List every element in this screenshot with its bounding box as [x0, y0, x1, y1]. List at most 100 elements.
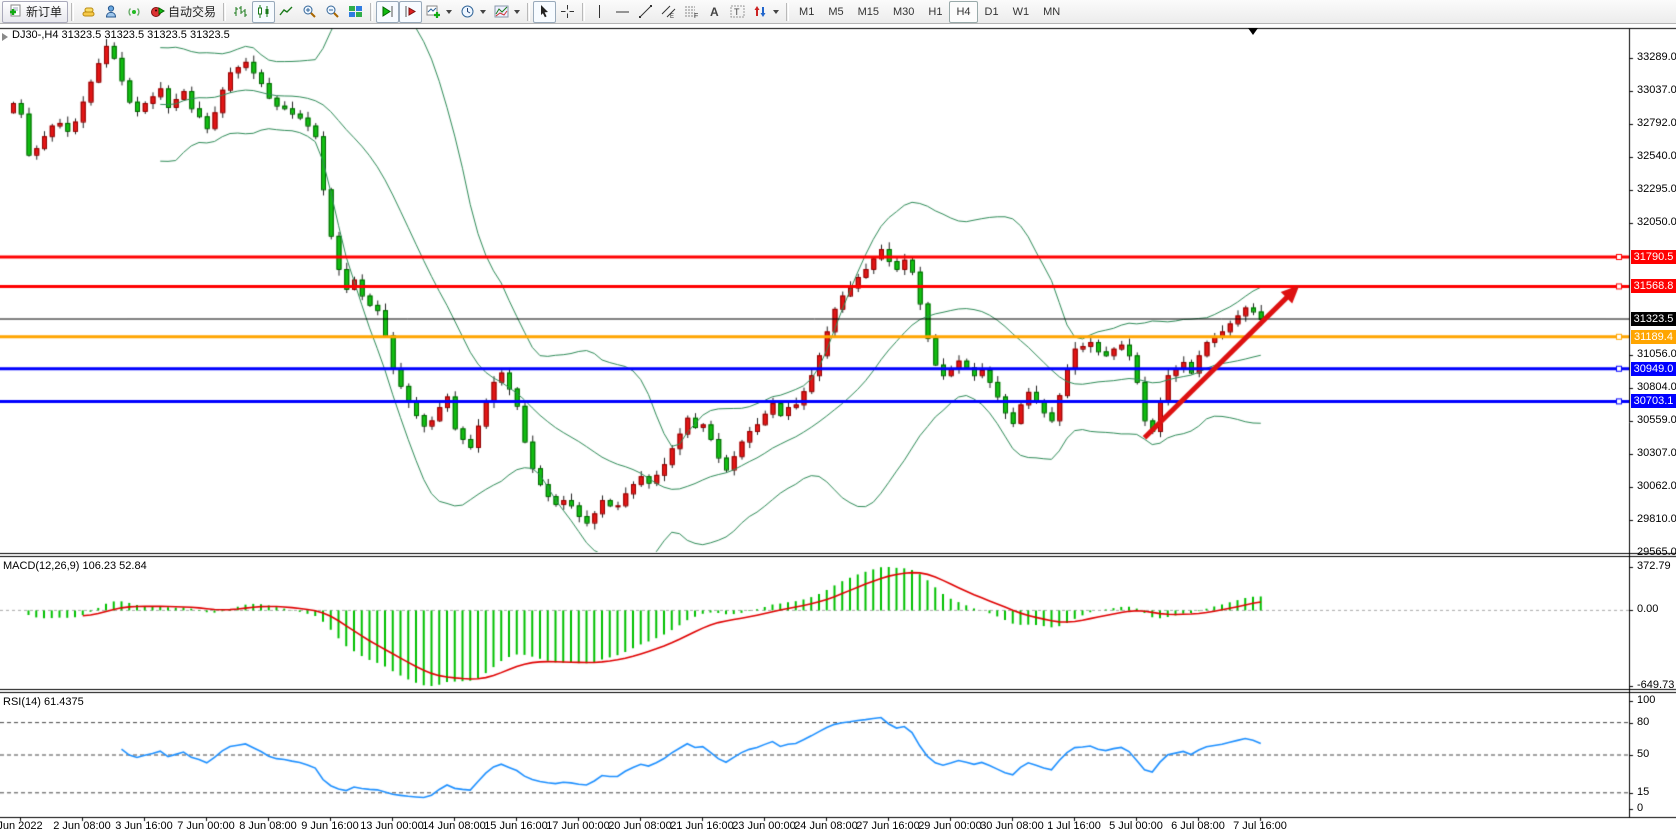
- time-label: 9 Jun 16:00: [301, 820, 359, 832]
- auto-scroll-button[interactable]: [376, 0, 400, 23]
- time-label: 17 Jun 00:00: [546, 820, 610, 832]
- price-tick-label: 33289.0: [1637, 51, 1676, 63]
- chart-shift-button[interactable]: [399, 0, 423, 23]
- navigator-button[interactable]: [100, 1, 123, 23]
- toolbar: 新订单 自动交易 E F A T M1 M5 M15 M30 H1 H4 D1 W1 MN: [0, 0, 1676, 24]
- price-tick-label: 30307.0: [1637, 447, 1676, 459]
- svg-text:A: A: [710, 5, 719, 19]
- time-label: 24 Jun 08:00: [794, 820, 858, 832]
- crosshair-icon: [560, 4, 575, 19]
- timeframe-button-mn[interactable]: MN: [1036, 1, 1067, 23]
- market-watch-icon: [81, 4, 96, 19]
- price-tick-label: 30804.0: [1637, 381, 1676, 393]
- dropdown-caret-icon[interactable]: [514, 9, 521, 14]
- zoom-out-button[interactable]: [321, 1, 344, 23]
- timeframe-button-m1[interactable]: M1: [792, 1, 821, 23]
- crosshair-button[interactable]: [556, 1, 579, 23]
- timeframe-button-m30[interactable]: M30: [886, 1, 921, 23]
- indicators-icon: [494, 4, 509, 19]
- svg-text:T: T: [734, 7, 740, 17]
- dropdown-caret-icon[interactable]: [773, 9, 780, 14]
- rsi-tick-label: 0: [1637, 802, 1644, 814]
- channel-icon: E: [661, 4, 676, 19]
- time-label: 27 Jun 16:00: [856, 820, 920, 832]
- time-label: 5 Jul 00:00: [1109, 820, 1163, 832]
- macd-tick-label: -649.73: [1637, 679, 1675, 692]
- tile-windows-icon: [348, 4, 363, 19]
- price-tick-label: 32792.0: [1637, 117, 1676, 129]
- new-order-button[interactable]: 新订单: [2, 0, 69, 23]
- trendline-icon: [638, 4, 653, 19]
- vertical-line-button[interactable]: [588, 1, 611, 23]
- dropdown-caret-icon[interactable]: [446, 9, 453, 14]
- timeframe-button-d1[interactable]: D1: [978, 1, 1006, 23]
- rsi-tick-label: 15: [1637, 785, 1650, 798]
- autotrading-button-label: 自动交易: [168, 5, 217, 19]
- dropdown-caret-icon[interactable]: [480, 9, 487, 14]
- horizontal-line-button[interactable]: [611, 1, 634, 23]
- chart-title: DJ30-,H4 31323.5 31323.5 31323.5 31323.5: [12, 29, 230, 41]
- tile-windows-button[interactable]: [344, 1, 367, 23]
- line-chart-button[interactable]: [275, 1, 298, 23]
- trendline-button[interactable]: [634, 1, 657, 23]
- new-chart-icon: [426, 4, 441, 19]
- price-line-label: 31323.5: [1631, 312, 1676, 327]
- label-icon: T: [730, 4, 745, 19]
- arrows-button[interactable]: [749, 1, 783, 23]
- rsi-indicator-label: RSI(14) 61.4375: [3, 696, 84, 708]
- price-line-label: 31790.5: [1631, 250, 1676, 264]
- price-chart-canvas[interactable]: [0, 0, 1676, 836]
- toolbar-separator: [786, 2, 790, 21]
- toolbar-separator: [582, 2, 586, 21]
- label-button[interactable]: T: [726, 1, 749, 23]
- time-label: 7 Jun 00:00: [177, 820, 235, 832]
- bar-chart-icon: [233, 4, 248, 19]
- new-order-button-label: 新订单: [26, 5, 63, 19]
- timeframe-button-w1[interactable]: W1: [1006, 1, 1037, 23]
- time-label: 3 Jun 16:00: [115, 820, 173, 832]
- cursor-button[interactable]: [533, 0, 557, 23]
- autotrading-button[interactable]: 自动交易: [146, 1, 220, 23]
- rsi-tick-label: 80: [1637, 715, 1650, 728]
- signals-button[interactable]: [123, 1, 146, 23]
- new-order-icon: [8, 4, 23, 19]
- toolbar-separator: [527, 2, 531, 21]
- candlestick-button[interactable]: [252, 0, 276, 23]
- fibonacci-button[interactable]: F: [680, 1, 703, 23]
- toolbar-separator: [370, 2, 374, 21]
- bar-time-marker: [1248, 28, 1258, 35]
- vertical-line-icon: [592, 4, 607, 19]
- fibonacci-icon: F: [684, 4, 699, 19]
- price-line-label: 31568.8: [1631, 279, 1676, 294]
- timeframe-button-m5[interactable]: M5: [821, 1, 850, 23]
- price-tick-label: 33037.0: [1637, 84, 1676, 97]
- auto-scroll-icon: [380, 4, 395, 19]
- timeframe-button-h1[interactable]: H1: [921, 1, 949, 23]
- one-click-trading-toggle[interactable]: [2, 33, 8, 41]
- zoom-out-icon: [325, 4, 340, 19]
- price-tick-label: 29810.0: [1637, 513, 1676, 525]
- price-tick-label: 31056.0: [1637, 347, 1676, 360]
- price-tick-label: 30559.0: [1637, 413, 1676, 426]
- svg-text:E: E: [670, 14, 674, 19]
- time-label: 29 Jun 00:00: [918, 820, 982, 832]
- rsi-tick-label: 50: [1637, 748, 1650, 760]
- time-label: 13 Jun 00:00: [360, 820, 424, 832]
- market-watch-button[interactable]: [77, 1, 100, 23]
- timeframe-button-m15[interactable]: M15: [851, 1, 886, 23]
- price-tick-label: 32540.0: [1637, 150, 1676, 163]
- channel-button[interactable]: E: [657, 1, 680, 23]
- zoom-in-button[interactable]: [298, 1, 321, 23]
- new-chart-button[interactable]: [422, 1, 456, 23]
- toolbar-separator: [223, 2, 227, 21]
- bar-chart-button[interactable]: [229, 1, 252, 23]
- text-button[interactable]: A: [703, 1, 726, 23]
- periods-button[interactable]: [456, 1, 490, 23]
- mt4-window: 新订单自动交易EFATM1M5M15M30H1H4D1W1MN 1 DJ30-,…: [0, 0, 1676, 836]
- time-label: 20 Jun 08:00: [608, 820, 672, 832]
- timeframe-button-h4[interactable]: H4: [949, 0, 978, 23]
- time-label: 21 Jun 16:00: [670, 820, 734, 832]
- indicators-button[interactable]: [490, 1, 524, 23]
- time-label: 1 Jul 16:00: [1047, 820, 1101, 832]
- rsi-tick-label: 100: [1637, 694, 1656, 706]
